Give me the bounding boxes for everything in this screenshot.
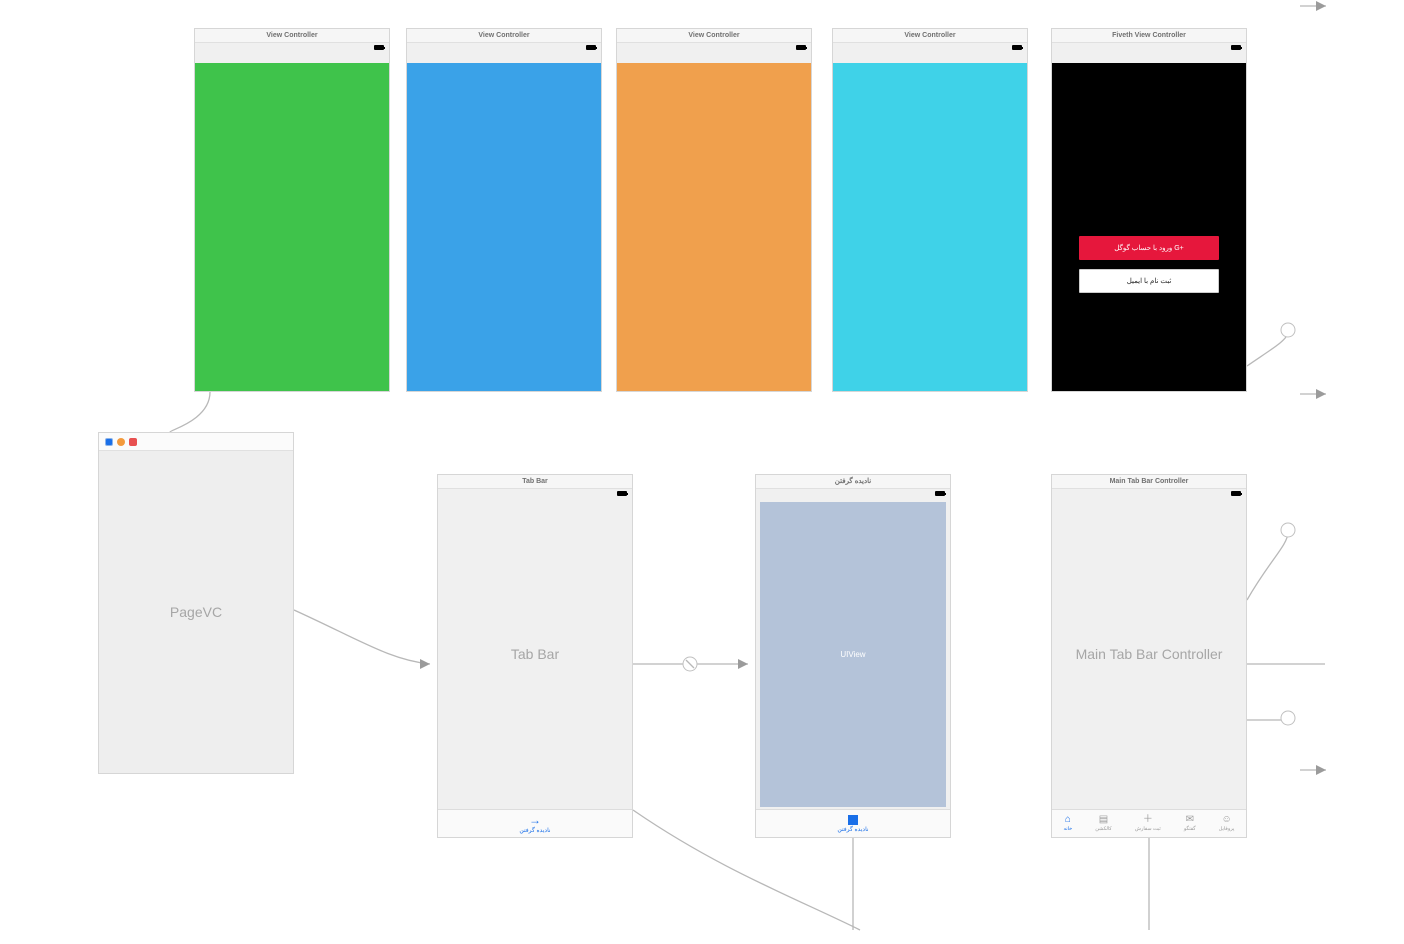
black-view xyxy=(1052,63,1246,391)
email-signup-button[interactable]: ثبت نام با ایمیل xyxy=(1079,269,1219,293)
view-controller-scene-4[interactable]: View Controller xyxy=(832,28,1028,392)
home-icon: ⌂ xyxy=(1065,815,1071,825)
battery-icon xyxy=(586,45,596,50)
scene-title: View Controller xyxy=(195,29,389,43)
battery-icon xyxy=(796,45,806,50)
battery-icon xyxy=(935,491,945,496)
main-tab-body-label: Main Tab Bar Controller xyxy=(1076,646,1223,662)
tab-item-label[interactable]: نادیده گرفتن xyxy=(519,827,550,834)
status-bar xyxy=(833,43,1027,53)
tab-item-label[interactable]: نادیده گرفتن xyxy=(837,826,868,833)
battery-icon xyxy=(374,45,384,50)
tab-label: خانه xyxy=(1064,826,1073,832)
scene-title: View Controller xyxy=(617,29,811,43)
tab-label: ثبت سفارش xyxy=(1135,826,1161,832)
plus-icon: ＋ xyxy=(1143,815,1153,825)
battery-icon xyxy=(1231,45,1241,50)
storyboard-canvas[interactable]: View Controller View Controller View Con… xyxy=(0,0,1404,944)
main-tab-bar: ⌂ خانه ▤ کالکشن ＋ ثبت سفارش ✉ گفتگو ☺ پر… xyxy=(1052,809,1246,837)
tab-bar-body-label: Tab Bar xyxy=(511,646,559,662)
cyan-view xyxy=(833,63,1027,391)
google-login-button[interactable]: ورود با حساب گوگل G+ xyxy=(1079,236,1219,260)
status-bar xyxy=(407,43,601,53)
green-view xyxy=(195,63,389,391)
tab-item-chat[interactable]: ✉ گفتگو xyxy=(1184,815,1196,832)
uiview-label: UIView xyxy=(840,650,865,659)
ignore-scene[interactable]: نادیده گرفتن UIView نادیده گرفتن xyxy=(755,474,951,838)
tab-label: گفتگو xyxy=(1184,826,1196,832)
view-controller-scene-3[interactable]: View Controller xyxy=(616,28,812,392)
scene-title: View Controller xyxy=(833,29,1027,43)
view-controller-scene-1[interactable]: View Controller xyxy=(194,28,390,392)
status-bar xyxy=(756,489,950,499)
pagevc-scene[interactable]: PageVC xyxy=(98,432,294,774)
scene-title: Tab Bar xyxy=(438,475,632,489)
ignore-tab-bar: نادیده گرفتن xyxy=(756,809,950,837)
arrow-right-icon[interactable]: → xyxy=(529,814,541,826)
scene-title: Main Tab Bar Controller xyxy=(1052,475,1246,489)
tab-item-order[interactable]: ＋ ثبت سفارش xyxy=(1135,815,1161,832)
status-bar xyxy=(1052,43,1246,53)
first-responder-icon xyxy=(117,438,125,446)
battery-icon xyxy=(617,491,627,496)
view-controller-scene-2[interactable]: View Controller xyxy=(406,28,602,392)
collection-icon: ▤ xyxy=(1099,815,1108,825)
profile-icon: ☺ xyxy=(1221,815,1231,825)
scene-title: Fiveth View Controller xyxy=(1052,29,1246,43)
tab-label: پروفایل xyxy=(1219,826,1235,832)
pagevc-label: PageVC xyxy=(170,604,222,620)
exit-icon xyxy=(129,438,137,446)
scene-title: نادیده گرفتن xyxy=(756,475,950,489)
square-icon[interactable] xyxy=(848,815,858,825)
battery-icon xyxy=(1231,491,1241,496)
battery-icon xyxy=(1012,45,1022,50)
tab-item-profile[interactable]: ☺ پروفایل xyxy=(1219,815,1235,832)
orange-view xyxy=(617,63,811,391)
tab-bar-scene[interactable]: Tab Bar Tab Bar → نادیده گرفتن xyxy=(437,474,633,838)
fiveth-view-controller-scene[interactable]: Fiveth View Controller ورود با حساب گوگل… xyxy=(1051,28,1247,392)
selection-indicator-icon xyxy=(105,438,113,446)
status-bar xyxy=(195,43,389,53)
tab-item-collection[interactable]: ▤ کالکشن xyxy=(1095,815,1111,832)
scene-selection-header xyxy=(99,433,293,451)
main-tab-bar-controller-scene[interactable]: Main Tab Bar Controller Main Tab Bar Con… xyxy=(1051,474,1247,838)
status-bar xyxy=(438,489,632,499)
tab-bar-footer: → نادیده گرفتن xyxy=(438,809,632,837)
status-bar xyxy=(617,43,811,53)
tab-item-home[interactable]: ⌂ خانه xyxy=(1064,815,1073,832)
tab-label: کالکشن xyxy=(1095,826,1111,832)
status-bar xyxy=(1052,489,1246,499)
blue-view xyxy=(407,63,601,391)
scene-title: View Controller xyxy=(407,29,601,43)
chat-icon: ✉ xyxy=(1186,815,1194,825)
uiview-placeholder[interactable]: UIView xyxy=(760,502,946,807)
